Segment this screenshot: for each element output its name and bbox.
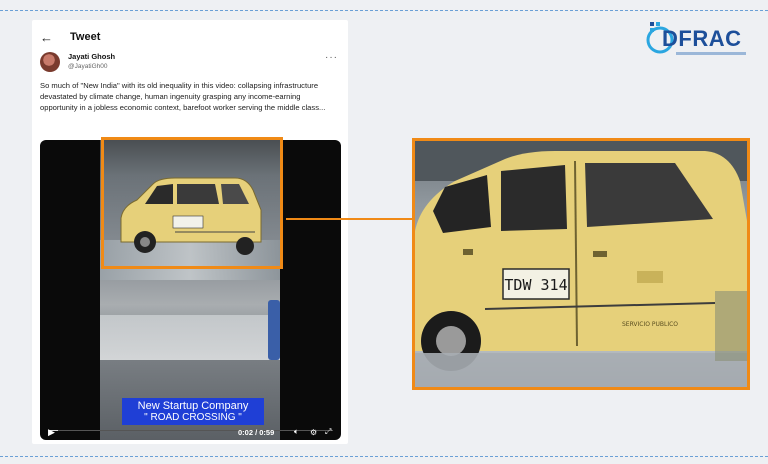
bottom-divider	[0, 456, 768, 457]
fullscreen-icon[interactable]: ⤢	[325, 427, 331, 437]
license-plate: TDW 314	[502, 268, 570, 300]
settings-icon[interactable]: ⚙︎	[310, 428, 317, 437]
dfrac-logo: DFRAC	[646, 18, 750, 62]
author-name[interactable]: Jayati Ghosh	[68, 52, 115, 62]
volume-icon[interactable]: 🔈︎	[294, 427, 299, 437]
top-divider	[0, 10, 768, 11]
avatar[interactable]	[40, 52, 60, 72]
highlight-connector	[286, 218, 412, 220]
more-icon[interactable]: ···	[325, 52, 338, 63]
author-handle: @JayatiGh00	[68, 63, 108, 70]
back-arrow-icon[interactable]: ←	[40, 30, 60, 45]
video-time: 0:02 / 0:59	[238, 427, 275, 437]
caption-line2: " ROAD CROSSING "	[144, 412, 242, 423]
video-controls: ▶ 0:02 / 0:59 🔈︎ ⚙︎ ⤢	[40, 424, 341, 440]
highlight-box	[101, 137, 283, 269]
caption-line1: New Startup Company	[137, 400, 249, 412]
play-icon[interactable]: ▶	[48, 427, 55, 438]
tweet-text: So much of "New India" with its old ineq…	[40, 81, 326, 112]
tweet-author[interactable]: Jayati Ghosh @JayatiGh00	[40, 52, 115, 72]
svg-text:TDW 314: TDW 314	[504, 276, 567, 294]
video-caption: New Startup Company " ROAD CROSSING "	[122, 398, 264, 425]
svg-text:SERVICIO PUBLICO: SERVICIO PUBLICO	[622, 321, 678, 328]
logo-text: DFRAC	[662, 26, 742, 51]
zoomed-taxi-panel: TDW 314 SERVICIO PUBLICO	[412, 138, 750, 390]
tweet-header: ← Tweet	[40, 28, 100, 46]
tweet-title: Tweet	[70, 31, 101, 43]
taxi-closeup: TDW 314 SERVICIO PUBLICO	[415, 141, 747, 387]
